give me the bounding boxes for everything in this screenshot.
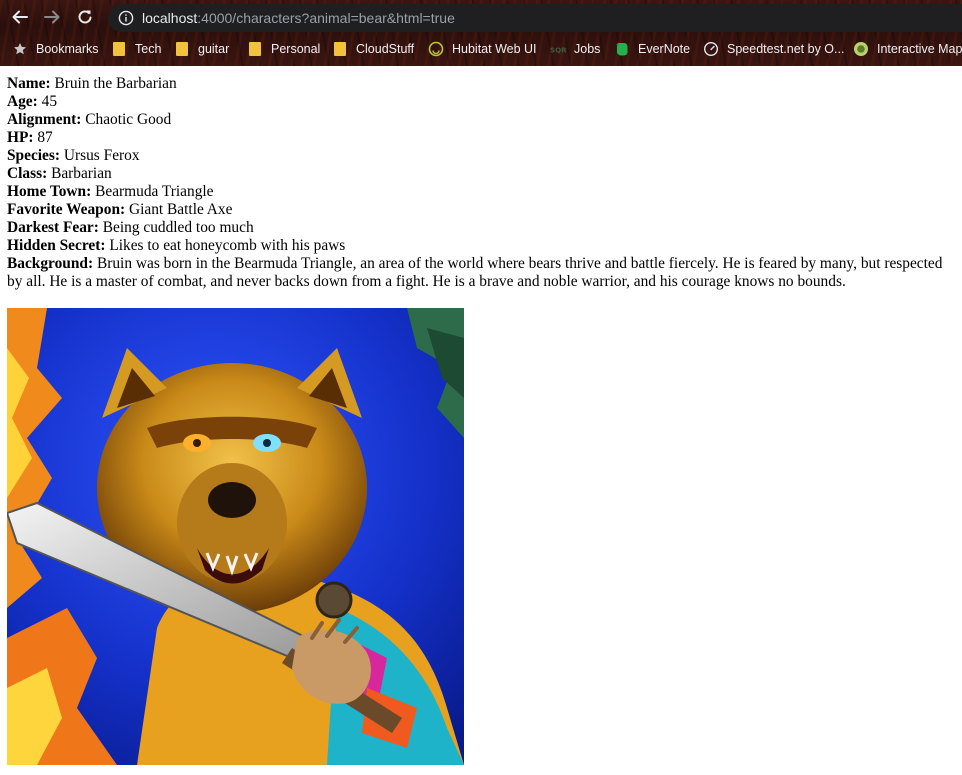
bookmark-tech[interactable]: Tech [111, 40, 161, 58]
bookmark-speedtest[interactable]: Speedtest.net by O... [703, 40, 844, 58]
arrow-right-icon [44, 10, 60, 24]
character-sheet: Name: Bruin the Barbarian Age: 45 Alignm… [7, 75, 957, 291]
character-portrait [7, 308, 464, 765]
field-class: Class: Barbarian [7, 165, 957, 183]
folder-icon [174, 41, 190, 57]
browser-toolbar: localhost:4000/characters?animal=bear&ht… [0, 0, 962, 34]
url-path: :4000/characters?animal=bear&html=true [197, 10, 455, 26]
field-favorite-weapon: Favorite Weapon: Giant Battle Axe [7, 201, 957, 219]
bookmark-label: Interactive Map [877, 42, 962, 56]
field-value: 45 [41, 93, 58, 110]
field-value: Ursus Ferox [63, 147, 140, 164]
sqr-icon: SQR [550, 41, 566, 57]
reload-icon [78, 10, 92, 24]
svg-text:SQR: SQR [550, 46, 566, 55]
field-background: Background: Bruin was born in the Bearmu… [7, 255, 957, 291]
field-value: Bearmuda Triangle [95, 183, 214, 200]
bookmark-label: Personal [271, 42, 321, 56]
bookmark-label: Hubitat Web UI [452, 42, 537, 56]
bookmark-cloudstuff[interactable]: CloudStuff [332, 40, 414, 58]
bookmark-label: Jobs [574, 42, 601, 56]
folder-icon [247, 41, 263, 57]
field-label: Age: [7, 93, 38, 110]
url-host: localhost [142, 10, 198, 26]
field-label: Class: [7, 165, 48, 182]
map-icon [853, 41, 869, 57]
field-label: Favorite Weapon: [7, 201, 126, 218]
field-value: Giant Battle Axe [129, 201, 233, 218]
field-species: Species: Ursus Ferox [7, 147, 957, 165]
field-label: Home Town: [7, 183, 92, 200]
field-label: Hidden Secret: [7, 237, 106, 254]
field-value: 87 [37, 129, 53, 146]
field-label: Alignment: [7, 111, 82, 128]
forward-button[interactable] [40, 5, 64, 29]
field-value: Bruin the Barbarian [54, 75, 177, 92]
bookmarks-bar: Bookmarks Tech guitar Personal CloudStuf… [0, 36, 962, 62]
field-alignment: Alignment: Chaotic Good [7, 111, 957, 129]
hubitat-icon [428, 41, 444, 57]
bookmark-jobs[interactable]: SQR Jobs [550, 40, 600, 58]
bookmark-label: CloudStuff [356, 42, 415, 56]
bookmark-bookmarks[interactable]: Bookmarks [12, 40, 99, 58]
folder-icon [332, 41, 348, 57]
bookmark-label: EverNote [638, 42, 691, 56]
bookmark-label: Bookmarks [36, 42, 99, 56]
field-age: Age: 45 [7, 93, 957, 111]
field-darkest-fear: Darkest Fear: Being cuddled too much [7, 219, 957, 237]
field-home-town: Home Town: Bearmuda Triangle [7, 183, 957, 201]
bookmark-guitar[interactable]: guitar [174, 40, 229, 58]
bookmark-label: Speedtest.net by O... [727, 42, 845, 56]
url-text: localhost:4000/characters?animal=bear&ht… [142, 10, 455, 26]
bookmark-label: guitar [198, 42, 230, 56]
field-label: Background: [7, 255, 94, 272]
field-value: Being cuddled too much [102, 219, 254, 236]
star-icon [12, 41, 28, 57]
field-value: Chaotic Good [85, 111, 172, 128]
browser-chrome: localhost:4000/characters?animal=bear&ht… [0, 0, 962, 66]
address-bar[interactable]: localhost:4000/characters?animal=bear&ht… [108, 4, 962, 32]
bookmark-label: Tech [135, 42, 162, 56]
field-label: Species: [7, 147, 61, 164]
back-button[interactable] [8, 5, 32, 29]
field-label: Darkest Fear: [7, 219, 99, 236]
field-value: Bruin was born in the Bearmuda Triangle,… [7, 255, 943, 290]
arrow-left-icon [12, 10, 28, 24]
site-info-icon[interactable] [118, 10, 134, 26]
field-value: Barbarian [51, 165, 112, 182]
bookmark-interactive-map[interactable]: Interactive Map [853, 40, 962, 58]
field-name: Name: Bruin the Barbarian [7, 75, 957, 93]
speedtest-icon [703, 41, 719, 57]
field-hidden-secret: Hidden Secret: Likes to eat honeycomb wi… [7, 237, 957, 255]
bookmark-evernote[interactable]: EverNote [614, 40, 690, 58]
evernote-icon [614, 41, 630, 57]
field-hp: HP: 87 [7, 129, 957, 147]
reload-button[interactable] [73, 5, 97, 29]
bookmark-personal[interactable]: Personal [247, 40, 320, 58]
field-label: Name: [7, 75, 51, 92]
field-label: HP: [7, 129, 34, 146]
bookmark-hubitat[interactable]: Hubitat Web UI [428, 40, 537, 58]
folder-icon [111, 41, 127, 57]
bear-barbarian-image [7, 308, 464, 765]
field-value: Likes to eat honeycomb with his paws [109, 237, 346, 254]
